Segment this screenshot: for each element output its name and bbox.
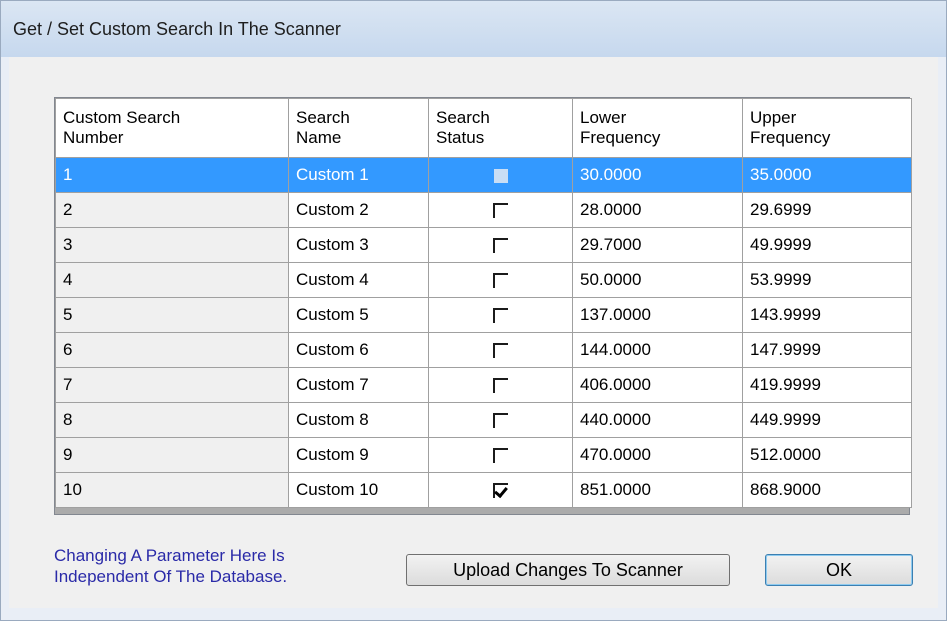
- search-status-checkbox[interactable]: [493, 238, 508, 254]
- cell-search-status[interactable]: [428, 297, 573, 333]
- cell-search-name[interactable]: Custom 4: [288, 262, 429, 298]
- cell-upper-frequency[interactable]: 143.9999: [742, 297, 912, 333]
- cell-lower-frequency[interactable]: 851.0000: [572, 472, 743, 508]
- search-status-checkbox[interactable]: [493, 378, 508, 394]
- table-row[interactable]: 6 Custom 6 144.0000 147.9999: [55, 332, 912, 368]
- cell-upper-frequency[interactable]: 419.9999: [742, 367, 912, 403]
- independence-note: Changing A Parameter Here Is Independent…: [54, 545, 287, 587]
- search-status-checkbox[interactable]: [493, 343, 508, 359]
- cell-search-status[interactable]: [428, 472, 573, 508]
- cell-search-name[interactable]: Custom 6: [288, 332, 429, 368]
- cell-number[interactable]: 4: [55, 262, 289, 298]
- cell-search-status[interactable]: [428, 157, 573, 193]
- cell-upper-frequency[interactable]: 449.9999: [742, 402, 912, 438]
- cell-number[interactable]: 10: [55, 472, 289, 508]
- cell-search-name[interactable]: Custom 10: [288, 472, 429, 508]
- search-status-checkbox[interactable]: [493, 308, 508, 324]
- cell-lower-frequency[interactable]: 144.0000: [572, 332, 743, 368]
- cell-search-name[interactable]: Custom 8: [288, 402, 429, 438]
- cell-upper-frequency[interactable]: 147.9999: [742, 332, 912, 368]
- table-body: 1 Custom 1 30.0000 35.0000 2 Custom 2 28.0000 2…: [55, 157, 912, 508]
- title-bar[interactable]: Get / Set Custom Search In The Scanner: [1, 1, 946, 57]
- search-status-checkbox[interactable]: [493, 413, 508, 429]
- cell-number[interactable]: 9: [55, 437, 289, 473]
- search-status-checkbox[interactable]: [493, 483, 508, 499]
- table-row[interactable]: 2 Custom 2 28.0000 29.6999: [55, 192, 912, 228]
- table-row[interactable]: 9 Custom 9 470.0000 512.0000: [55, 437, 912, 473]
- cell-number[interactable]: 8: [55, 402, 289, 438]
- table-row[interactable]: 1 Custom 1 30.0000 35.0000: [55, 157, 912, 193]
- cell-lower-frequency[interactable]: 406.0000: [572, 367, 743, 403]
- cell-search-name[interactable]: Custom 5: [288, 297, 429, 333]
- table-header-row: Custom Search Number Search Name Search Sta…: [55, 98, 912, 158]
- column-header-lower-frequency[interactable]: Lower Frequency: [572, 98, 743, 158]
- search-status-checkbox[interactable]: [493, 448, 508, 464]
- cell-search-status[interactable]: [428, 227, 573, 263]
- upload-changes-button[interactable]: Upload Changes To Scanner: [406, 554, 730, 586]
- cell-number[interactable]: 7: [55, 367, 289, 403]
- cell-search-name[interactable]: Custom 1: [288, 157, 429, 193]
- cell-lower-frequency[interactable]: 29.7000: [572, 227, 743, 263]
- cell-lower-frequency[interactable]: 470.0000: [572, 437, 743, 473]
- cell-upper-frequency[interactable]: 512.0000: [742, 437, 912, 473]
- cell-upper-frequency[interactable]: 29.6999: [742, 192, 912, 228]
- cell-search-status[interactable]: [428, 192, 573, 228]
- dialog-window: Get / Set Custom Search In The Scanner C…: [0, 0, 947, 621]
- cell-number[interactable]: 6: [55, 332, 289, 368]
- column-header-status[interactable]: Search Status: [428, 98, 573, 158]
- cell-number[interactable]: 3: [55, 227, 289, 263]
- column-header-upper-frequency[interactable]: Upper Frequency: [742, 98, 912, 158]
- column-header-number[interactable]: Custom Search Number: [55, 98, 289, 158]
- cell-lower-frequency[interactable]: 137.0000: [572, 297, 743, 333]
- cell-search-name[interactable]: Custom 7: [288, 367, 429, 403]
- cell-search-name[interactable]: Custom 2: [288, 192, 429, 228]
- cell-upper-frequency[interactable]: 53.9999: [742, 262, 912, 298]
- custom-search-table: Custom Search Number Search Name Search Sta…: [55, 98, 912, 508]
- cell-search-status[interactable]: [428, 402, 573, 438]
- cell-upper-frequency[interactable]: 868.9000: [742, 472, 912, 508]
- note-line-2: Independent Of The Database.: [54, 567, 288, 586]
- cell-lower-frequency[interactable]: 30.0000: [572, 157, 743, 193]
- cell-upper-frequency[interactable]: 35.0000: [742, 157, 912, 193]
- cell-search-name[interactable]: Custom 9: [288, 437, 429, 473]
- cell-upper-frequency[interactable]: 49.9999: [742, 227, 912, 263]
- column-header-name[interactable]: Search Name: [288, 98, 429, 158]
- cell-number[interactable]: 1: [55, 157, 289, 193]
- cell-lower-frequency[interactable]: 28.0000: [572, 192, 743, 228]
- dialog-client-area: Custom Search Number Search Name Search Sta…: [9, 57, 938, 608]
- custom-search-grid[interactable]: Custom Search Number Search Name Search Sta…: [54, 97, 912, 515]
- note-line-1: Changing A Parameter Here Is: [54, 546, 285, 565]
- table-row[interactable]: 4 Custom 4 50.0000 53.9999: [55, 262, 912, 298]
- table-row[interactable]: 3 Custom 3 29.7000 49.9999: [55, 227, 912, 263]
- search-status-checkbox[interactable]: [493, 273, 508, 289]
- table-row[interactable]: 7 Custom 7 406.0000 419.9999: [55, 367, 912, 403]
- table-row[interactable]: 5 Custom 5 137.0000 143.9999: [55, 297, 912, 333]
- cell-search-status[interactable]: [428, 262, 573, 298]
- cell-search-status[interactable]: [428, 332, 573, 368]
- window-title: Get / Set Custom Search In The Scanner: [13, 19, 341, 39]
- cell-search-status[interactable]: [428, 437, 573, 473]
- search-status-checkbox[interactable]: [493, 168, 508, 183]
- ok-button[interactable]: OK: [765, 554, 913, 586]
- table-row[interactable]: 10 Custom 10 851.0000 868.9000: [55, 472, 912, 508]
- cell-lower-frequency[interactable]: 440.0000: [572, 402, 743, 438]
- cell-number[interactable]: 2: [55, 192, 289, 228]
- cell-search-status[interactable]: [428, 367, 573, 403]
- cell-lower-frequency[interactable]: 50.0000: [572, 262, 743, 298]
- cell-search-name[interactable]: Custom 3: [288, 227, 429, 263]
- table-row[interactable]: 8 Custom 8 440.0000 449.9999: [55, 402, 912, 438]
- search-status-checkbox[interactable]: [493, 203, 508, 219]
- cell-number[interactable]: 5: [55, 297, 289, 333]
